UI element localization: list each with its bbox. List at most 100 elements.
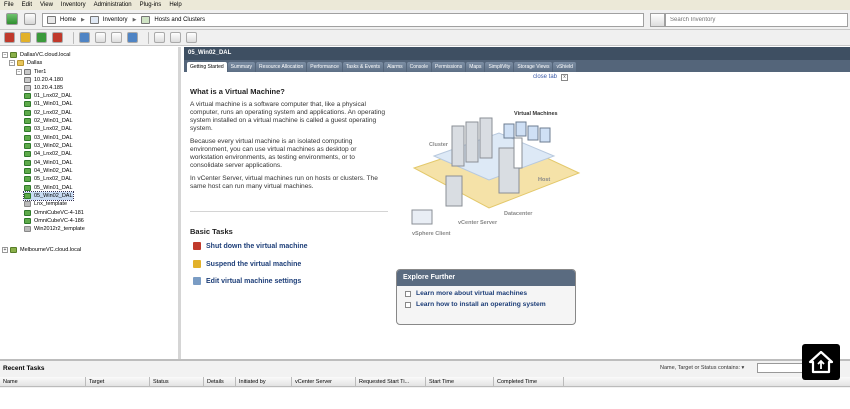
tree-item-label: DallasVC.cloud.local	[20, 52, 71, 58]
tree-item-label: 01_Win01_DAL	[34, 101, 73, 107]
intro-heading: What is a Virtual Machine?	[190, 87, 285, 96]
cluster-label: Cluster	[429, 142, 448, 148]
breadcrumb-inventory[interactable]: Inventory	[103, 17, 128, 23]
edit-settings-icon	[193, 277, 201, 285]
tree-item[interactable]: 03_Win01_DAL	[24, 134, 73, 142]
stop-icon[interactable]	[4, 32, 15, 43]
vm-icon	[24, 160, 31, 166]
tree-item[interactable]: 02_Win01_DAL	[24, 117, 73, 125]
learn-vm-link[interactable]: Learn more about virtual machines	[405, 290, 575, 297]
vsphere-diagram	[411, 117, 581, 225]
datacenter-label: Datacenter	[504, 211, 533, 217]
column-header[interactable]: Completed Time	[494, 377, 564, 386]
tree-item[interactable]: 10.20.4.180	[24, 76, 63, 84]
tab-getting-started[interactable]: Getting Started	[187, 62, 227, 72]
reset-icon[interactable]	[52, 32, 63, 43]
edit-settings-task[interactable]: Edit virtual machine settings	[193, 277, 301, 285]
tab-permissions[interactable]: Permissions	[431, 62, 466, 72]
tree-item[interactable]: − DallasVC.cloud.local	[2, 51, 70, 59]
tree-item[interactable]: OmniCubeVC-4-186	[24, 217, 84, 225]
column-header[interactable]: Details	[204, 377, 236, 386]
column-header[interactable]: Name	[0, 377, 86, 386]
breadcrumb-hosts-clusters[interactable]: Hosts and Clusters	[154, 17, 205, 23]
column-header[interactable]: Initiated by	[236, 377, 292, 386]
tree-item-label: Tier1	[34, 69, 47, 75]
tree-item-label: 01_Lnx02_DAL	[34, 93, 72, 99]
tree-item[interactable]: Win2012r2_template	[24, 225, 85, 233]
menu-item-view[interactable]: View	[40, 2, 53, 8]
menu-item-file[interactable]: File	[4, 2, 14, 8]
pause-icon[interactable]	[20, 32, 31, 43]
play-icon[interactable]	[36, 32, 47, 43]
forward-button[interactable]	[24, 13, 36, 27]
tab-resource-allocation[interactable]: Resource Allocation	[256, 62, 307, 72]
tree-item[interactable]: + MelbourneVC.cloud.local	[2, 246, 81, 254]
menu-item-plugins[interactable]: Plug-ins	[140, 2, 162, 8]
vm-icon	[24, 168, 31, 174]
back-button[interactable]	[6, 13, 18, 27]
install-os-link[interactable]: Learn how to install an operating system	[405, 301, 575, 308]
expand-toggle-icon[interactable]: −	[9, 60, 15, 66]
tree-item-label: OmniCubeVC-4-181	[34, 210, 84, 216]
settings-icon[interactable]	[186, 32, 197, 43]
tree-item[interactable]: 02_Lnx02_DAL	[24, 109, 72, 117]
tree-item[interactable]: Lnx_template	[24, 200, 67, 208]
suspend-task[interactable]: Suspend the virtual machine	[193, 260, 301, 268]
tree-item[interactable]: 04_Lnx02_DAL	[24, 150, 72, 158]
recent-tasks-rows	[0, 388, 850, 409]
tree-item[interactable]: − Tier1	[16, 68, 46, 76]
vm-icon	[24, 135, 31, 141]
shut-down-task[interactable]: Shut down the virtual machine	[193, 242, 308, 250]
expand-toggle-icon[interactable]: −	[2, 52, 8, 58]
menu-item-administration[interactable]: Administration	[94, 2, 132, 8]
tab-simplivity[interactable]: SimpliVity	[485, 62, 514, 72]
tree-item[interactable]: 10.20.4.185	[24, 84, 63, 92]
tree-item-label: 04_Win01_DAL	[34, 160, 73, 166]
column-header[interactable]: Target	[86, 377, 150, 386]
tab-storage-views[interactable]: Storage Views	[514, 62, 553, 72]
tree-item[interactable]: 03_Win02_DAL	[24, 142, 73, 150]
tree-item[interactable]: 05_Lnx02_DAL	[24, 175, 72, 183]
breadcrumb-home[interactable]: Home	[60, 17, 76, 23]
column-header[interactable]: vCenter Server	[292, 377, 356, 386]
tab-alarms[interactable]: Alarms	[384, 62, 406, 72]
tab-vshield[interactable]: vShield	[553, 62, 576, 72]
tree-item[interactable]: − Dallas	[9, 59, 42, 67]
tab-tasks-events[interactable]: Tasks & Events	[342, 62, 384, 72]
filter-label[interactable]: Name, Target or Status contains: ▾	[660, 365, 744, 371]
tree-item[interactable]: OmniCubeVC-4-181	[24, 209, 84, 217]
menu-item-help[interactable]: Help	[169, 2, 181, 8]
close-icon[interactable]: x	[561, 74, 568, 81]
column-header[interactable]: Requested Start Ti...	[356, 377, 426, 386]
tree-item[interactable]: 04_Win02_DAL	[24, 167, 73, 175]
tree-item[interactable]: 01_Lnx02_DAL	[24, 92, 72, 100]
tab-performance[interactable]: Performance	[307, 62, 342, 72]
column-header[interactable]: Status	[150, 377, 204, 386]
console-icon[interactable]	[127, 32, 138, 43]
snapshot-manager-icon[interactable]	[111, 32, 122, 43]
column-header[interactable]: Start Time	[426, 377, 494, 386]
client-label: vSphere Client	[412, 231, 451, 237]
tab-console[interactable]: Console	[406, 62, 431, 72]
tree-item[interactable]: 03_Lnx02_DAL	[24, 125, 72, 133]
menu-item-inventory[interactable]: Inventory	[61, 2, 86, 8]
search-scope-dropdown[interactable]	[650, 13, 665, 27]
expand-toggle-icon[interactable]: +	[2, 247, 8, 253]
expand-toggle-icon[interactable]: −	[16, 69, 22, 75]
tab-maps[interactable]: Maps	[466, 62, 485, 72]
menu-item-edit[interactable]: Edit	[22, 2, 32, 8]
migrate-icon[interactable]	[154, 32, 165, 43]
tree-item[interactable]: 05_Win02_DAL	[23, 191, 74, 201]
home-overlay-button[interactable]	[802, 344, 840, 380]
clone-icon[interactable]	[170, 32, 181, 43]
tree-item[interactable]: 04_Win01_DAL	[24, 159, 73, 167]
tree-item[interactable]: 01_Win01_DAL	[24, 100, 73, 108]
inventory-tree: − DallasVC.cloud.local − Dallas − Tier1 10.20.…	[0, 47, 181, 359]
snapshot-icon[interactable]	[79, 32, 90, 43]
search-input[interactable]	[665, 13, 848, 27]
tree-item[interactable]: 05_Win01_DAL	[24, 184, 73, 192]
tree-item-label: Win2012r2_template	[34, 226, 85, 232]
close-tab-link[interactable]: close tab	[533, 74, 557, 80]
tab-summary[interactable]: Summary	[227, 62, 256, 72]
revert-snapshot-icon[interactable]	[95, 32, 106, 43]
